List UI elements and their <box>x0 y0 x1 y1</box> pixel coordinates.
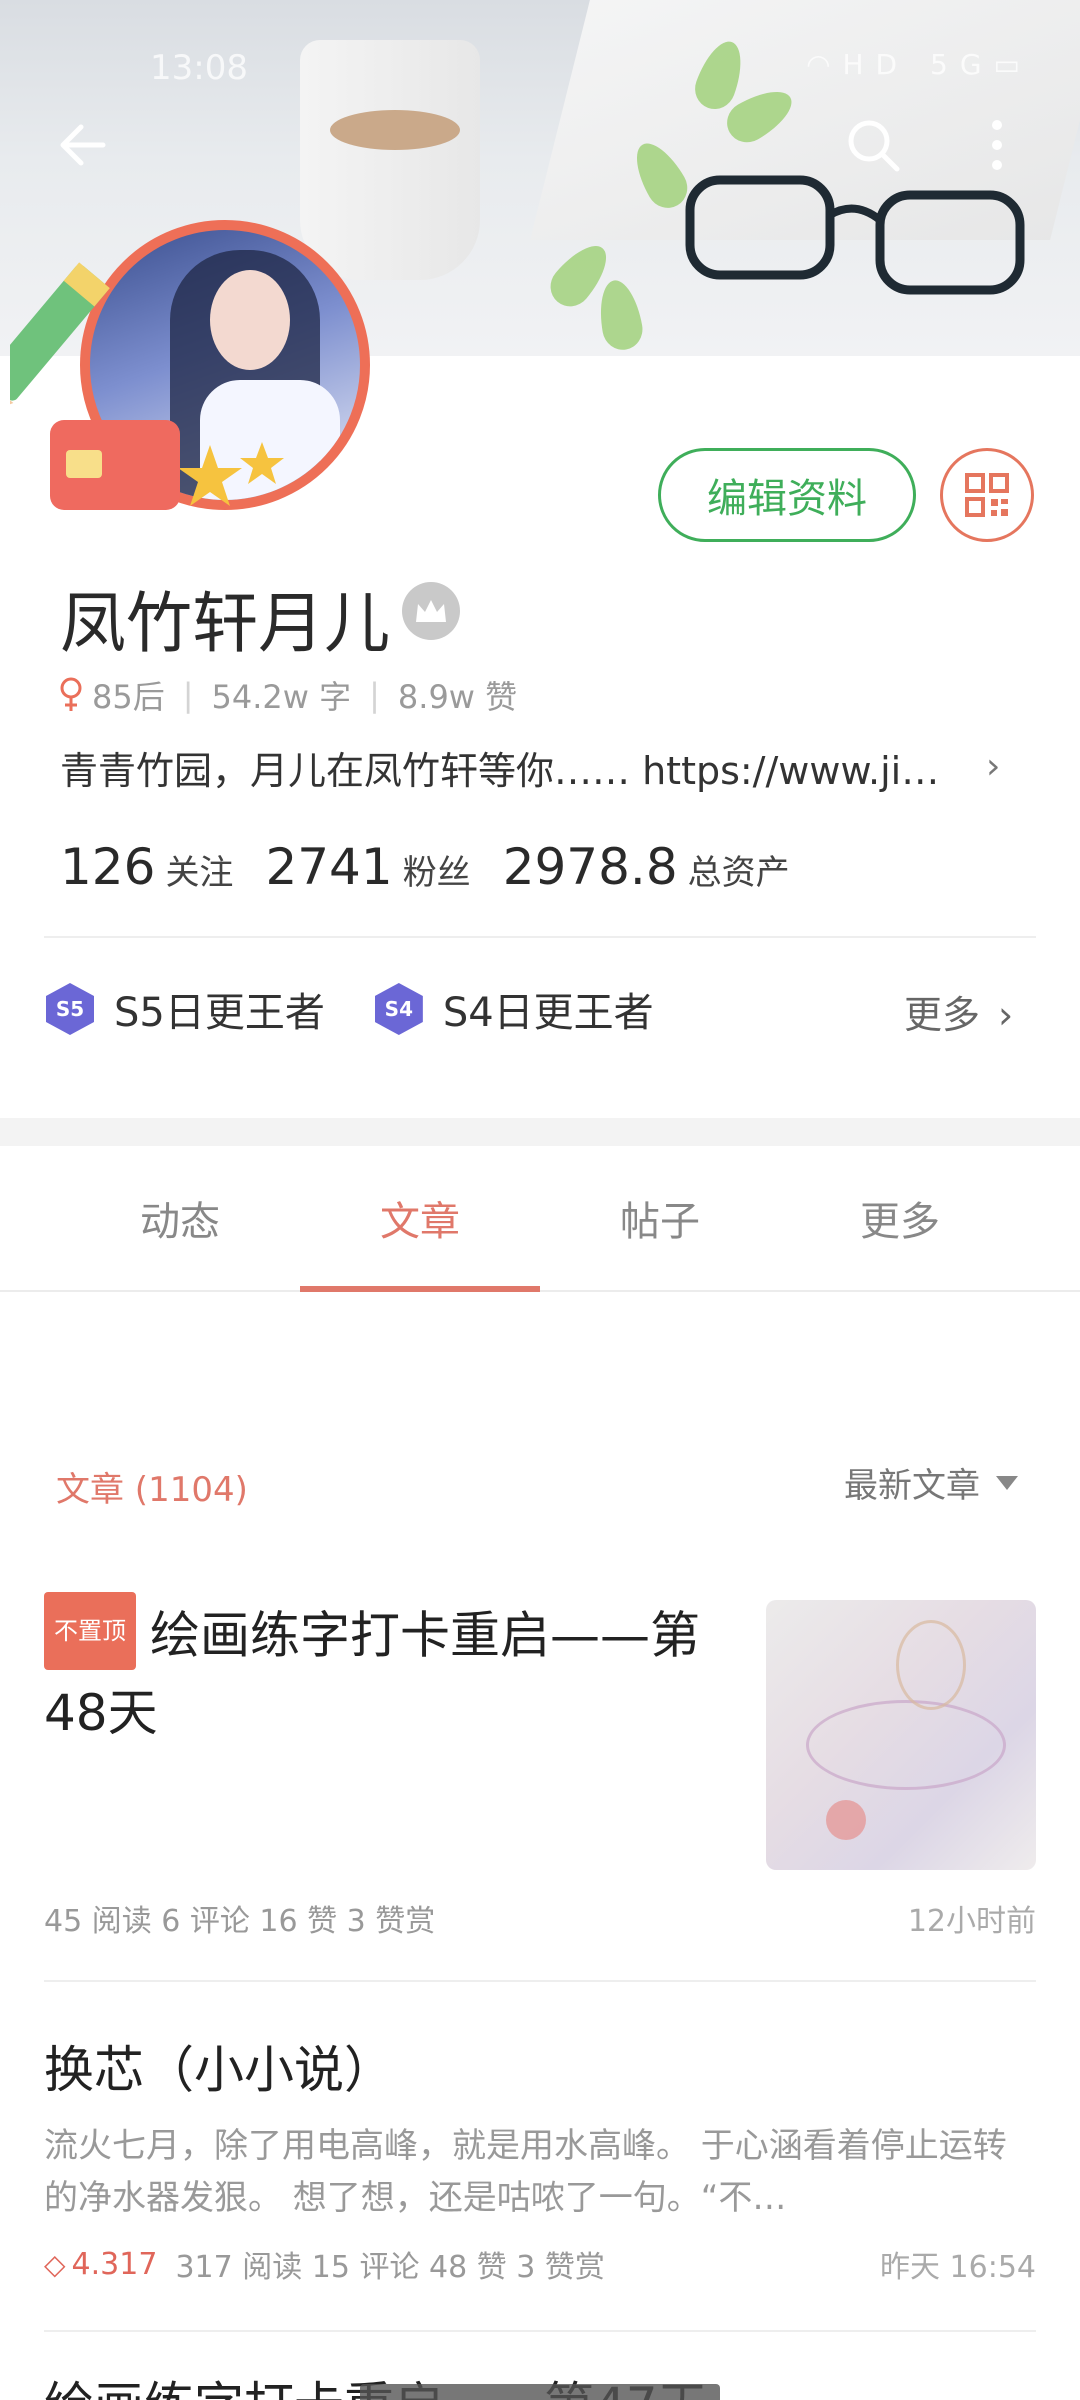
battery-icon: ▭ <box>993 48 1032 81</box>
assets-count[interactable]: 2978.8 <box>503 838 678 896</box>
assets-label[interactable]: 总资产 <box>688 845 790 894</box>
word-count: 54.2w 字 <box>211 678 352 716</box>
banner-glasses <box>685 175 1025 295</box>
more-menu-button[interactable] <box>962 110 1032 180</box>
sort-label: 最新文章 <box>844 1466 980 1506</box>
qr-code-icon <box>965 473 1009 517</box>
star-icon <box>180 442 284 506</box>
age-label: 85后 <box>92 678 165 716</box>
followers-count[interactable]: 2741 <box>265 838 392 896</box>
unpin-badge[interactable]: 不置顶 <box>44 1592 136 1670</box>
article-excerpt: 流火七月，除了用电高峰，就是用水高峰。 于心涵看着停止运转的净水器发狠。 想了想… <box>44 2126 1007 2218</box>
hd-icon: HD 5G <box>842 48 994 81</box>
edit-profile-button[interactable]: 编辑资料 <box>658 448 916 542</box>
following-count[interactable]: 126 <box>60 838 155 896</box>
profile-bio[interactable]: 青青竹园，月儿在凤竹轩等你…… https://www.ji… <box>60 740 960 795</box>
section-gap <box>0 1118 1080 1146</box>
status-icons: ◠HD 5G▭ <box>806 48 1032 81</box>
sort-dropdown[interactable]: 最新文章 <box>844 1458 1018 1507</box>
qr-code-button[interactable] <box>940 448 1034 542</box>
article-time: 昨天 16:54 <box>880 2250 1036 2285</box>
back-button[interactable] <box>48 110 118 180</box>
tab-activity[interactable]: 动态 <box>60 1146 300 1290</box>
chevron-right-icon[interactable]: › <box>986 746 1000 787</box>
profile-name: 凤竹轩月儿 <box>60 585 390 662</box>
article-stats: 45 阅读 6 评论 16 赞 3 赞赏 <box>44 1904 436 1939</box>
badge-s5-label: S5日更王者 <box>114 990 325 1036</box>
badges-more-label: 更多 <box>904 993 981 1037</box>
badge-s5-icon: S5 <box>46 983 94 1035</box>
badges-more-link[interactable]: 更多 › <box>904 984 1013 1039</box>
scroll-indicator <box>360 2384 720 2400</box>
divider <box>44 1980 1036 1982</box>
profile-meta: 85后 | 54.2w 字 | 8.9w 赞 <box>58 672 517 718</box>
badge-s4[interactable]: S4 S4日更王者 <box>374 980 654 1038</box>
pencil-book-icon <box>10 262 180 510</box>
female-icon <box>60 677 82 711</box>
like-count: 8.9w 赞 <box>397 678 518 716</box>
article-title-text: 绘画练字打卡重启——第48天 <box>44 1606 700 1743</box>
search-icon <box>848 120 900 172</box>
article-thumbnail <box>766 1600 1036 1870</box>
more-vertical-icon <box>992 120 1002 170</box>
tab-articles[interactable]: 文章 <box>300 1146 540 1292</box>
arrow-left-icon <box>60 124 106 166</box>
tab-posts[interactable]: 帖子 <box>540 1146 780 1290</box>
avatar[interactable] <box>10 210 370 520</box>
following-label[interactable]: 关注 <box>165 845 233 894</box>
divider <box>44 2330 1036 2332</box>
divider <box>44 936 1036 938</box>
badge-s4-label: S4日更王者 <box>442 990 654 1036</box>
badge-s4-icon: S4 <box>374 983 423 1035</box>
followers-label[interactable]: 粉丝 <box>403 845 471 894</box>
article-title: 不置顶 绘画练字打卡重启——第48天 <box>44 1592 744 1748</box>
badge-s5[interactable]: S5 S5日更王者 <box>46 980 325 1038</box>
article-title: 换芯（小小说） <box>44 2041 394 2099</box>
article-stats: 317 阅读 15 评论 48 赞 3 赞赏 <box>175 2250 605 2285</box>
article-time: 12小时前 <box>907 1904 1036 1939</box>
profile-tabs: 动态 文章 帖子 更多 <box>0 1146 1080 1292</box>
chevron-right-icon: › <box>998 993 1014 1037</box>
caret-down-icon <box>996 1475 1018 1490</box>
wifi-icon: ◠ <box>806 48 843 81</box>
diamond-icon: ◇ <box>44 2247 66 2281</box>
article-score: 4.317 <box>71 2246 158 2282</box>
article-item[interactable]: 不置顶 绘画练字打卡重启——第48天 45 阅读 6 评论 16 赞 3 赞赏 1… <box>44 1592 1036 1939</box>
badge-row: S5 S5日更王者 S4 S4日更王者 <box>46 980 704 1038</box>
articles-count-title: 文章 (1104) <box>56 1470 248 1510</box>
tab-more[interactable]: 更多 <box>780 1146 1020 1290</box>
crown-icon[interactable] <box>402 582 460 640</box>
status-time: 13:08 <box>150 48 248 88</box>
search-button[interactable] <box>838 110 908 180</box>
article-item[interactable]: 换芯（小小说） 流火七月，除了用电高峰，就是用水高峰。 于心涵看着停止运转的净水… <box>44 2030 1036 2286</box>
profile-stats: 126 关注 2741 粉丝 2978.8 总资产 <box>60 838 822 896</box>
